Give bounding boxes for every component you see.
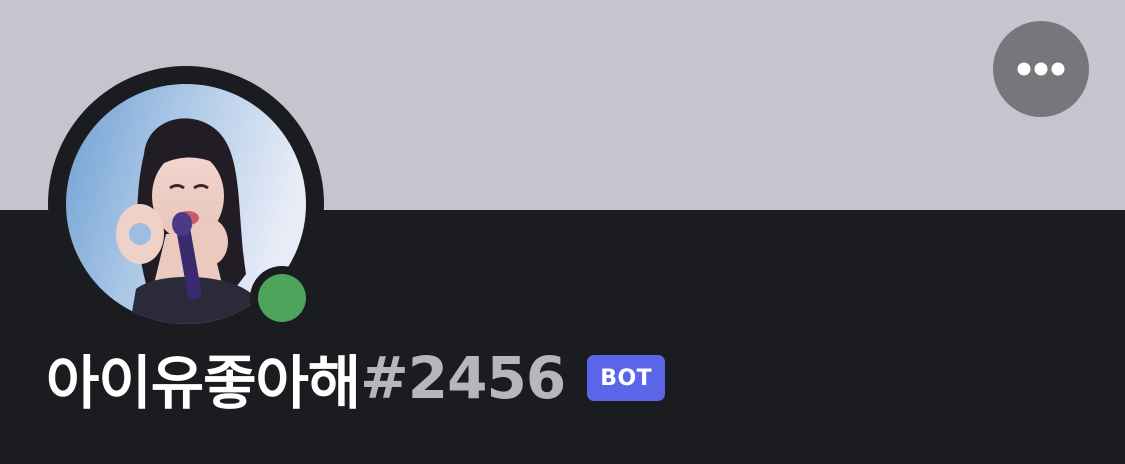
username: 아이유좋아해: [46, 349, 361, 417]
online-status-icon: [258, 274, 306, 322]
more-options-button[interactable]: [993, 21, 1089, 117]
user-name-row: 아이유좋아해 #2456 BOT: [46, 338, 666, 418]
user-discriminator: #2456: [360, 344, 566, 412]
more-horizontal-icon: [1017, 62, 1065, 76]
bot-badge: BOT: [587, 355, 666, 401]
user-profile-card: 아이유좋아해 #2456 BOT: [0, 0, 1125, 464]
